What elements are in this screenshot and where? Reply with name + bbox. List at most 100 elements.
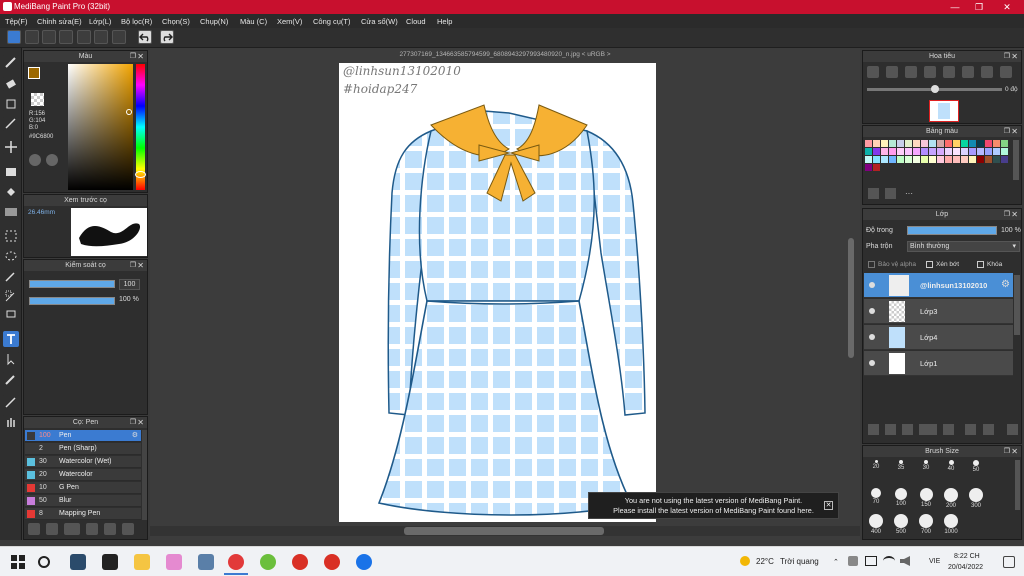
flip-icon[interactable] [962, 66, 974, 78]
page-icon[interactable] [77, 30, 91, 44]
zoom-in-icon[interactable] [867, 66, 879, 78]
redo-icon[interactable] [160, 30, 174, 44]
menu-capture[interactable]: Chụp(N) [200, 17, 228, 26]
actual-size-icon[interactable] [924, 66, 936, 78]
brush-size-150[interactable]: 150 [913, 486, 939, 510]
brush-size-70[interactable]: 70 [863, 486, 889, 510]
color-picker-cursor[interactable] [126, 109, 132, 115]
menu-edit[interactable]: Chỉnh sửa(E) [37, 17, 82, 26]
close-icon[interactable]: ✕ [1011, 446, 1018, 457]
maximize-button[interactable]: ❐ [966, 0, 992, 14]
color-swatch[interactable] [921, 148, 928, 155]
vertical-scrollbar[interactable] [848, 238, 854, 358]
reset-rotation-icon[interactable] [1000, 66, 1012, 78]
brush-size-40[interactable]: 40 [938, 458, 964, 482]
color-swatch[interactable] [1001, 156, 1008, 163]
color-swatch[interactable] [897, 148, 904, 155]
layer-opacity-slider[interactable] [907, 226, 997, 235]
share-icon[interactable] [25, 30, 39, 44]
app-icon-notifications[interactable] [356, 554, 372, 570]
dock-icon[interactable]: ❐ [1004, 446, 1010, 457]
blend-mode-select[interactable]: Bình thường ▾ [907, 241, 1020, 252]
grid-icon[interactable] [112, 30, 126, 44]
color-swatch[interactable] [889, 148, 896, 155]
color-swatch[interactable] [977, 156, 984, 163]
clock-time[interactable]: 8:22 CH [954, 553, 980, 560]
layer-row-4[interactable]: Lớp4 [864, 325, 1013, 350]
color-swatch[interactable] [961, 156, 968, 163]
undo-icon[interactable] [138, 30, 152, 44]
brush-size-35[interactable]: 35 [888, 458, 914, 482]
export-icon[interactable] [59, 30, 73, 44]
select-tool-icon[interactable] [3, 228, 19, 244]
visibility-icon[interactable] [869, 282, 875, 288]
rotate-right-icon[interactable] [981, 66, 993, 78]
saturation-value-picker[interactable] [68, 64, 133, 190]
color-swatch[interactable] [881, 156, 888, 163]
color-swatch[interactable] [897, 156, 904, 163]
menu-select[interactable]: Chọn(S) [162, 17, 190, 26]
brush-item-g-pen[interactable]: 10 G Pen [25, 482, 141, 494]
visibility-icon[interactable] [869, 334, 875, 340]
dock-icon[interactable]: ❐ [130, 417, 136, 428]
color-swatch[interactable] [993, 156, 1000, 163]
color-swatch[interactable] [865, 148, 872, 155]
lock-checkbox[interactable] [977, 261, 984, 268]
pen-tool-icon[interactable] [3, 394, 19, 410]
add-color-icon[interactable] [46, 154, 58, 166]
visibility-icon[interactable] [869, 308, 875, 314]
layer-folder-icon[interactable] [943, 424, 954, 435]
app-icon-anime[interactable] [166, 554, 182, 570]
zoom-out-icon[interactable] [886, 66, 898, 78]
brush-item-pen[interactable]: 100 Pen ⚙ [25, 430, 141, 442]
rectangle-tool-icon[interactable] [3, 164, 19, 180]
close-icon[interactable]: ✕ [137, 260, 144, 271]
brush-item-watercolor[interactable]: 20 Watercolor [25, 469, 141, 481]
color-swatch[interactable] [953, 140, 960, 147]
color-swatch[interactable] [969, 140, 976, 147]
close-icon[interactable]: ✕ [1011, 209, 1018, 220]
select-eraser-icon[interactable] [3, 306, 19, 322]
transparent-swatch[interactable] [31, 93, 44, 106]
add-brush-icon[interactable] [28, 523, 40, 535]
color-swatch[interactable] [993, 148, 1000, 155]
color-swatch[interactable] [969, 156, 976, 163]
brush-copy-icon[interactable] [86, 523, 98, 535]
brush-size-200[interactable]: 200 [938, 486, 964, 510]
layer-row-text[interactable]: @linhsun13102010 ⚙ [864, 273, 1013, 298]
color-swatch[interactable] [985, 140, 992, 147]
color-swatch[interactable] [905, 140, 912, 147]
add-swatch-icon[interactable] [868, 188, 879, 199]
camera-icon[interactable] [198, 554, 214, 570]
menu-layer[interactable]: Lớp(L) [89, 17, 111, 26]
color-swatch[interactable] [913, 140, 920, 147]
brush-opacity-slider[interactable] [29, 297, 115, 305]
visibility-icon[interactable] [869, 360, 875, 366]
color-swatch[interactable] [865, 140, 872, 147]
layer-row-1[interactable]: Lớp1 [864, 351, 1013, 376]
brush-size-1000[interactable]: 1000 [938, 512, 964, 536]
layer-scrollbar[interactable] [1014, 275, 1020, 335]
notice-close-icon[interactable]: ✕ [824, 501, 833, 510]
alpha-protect-checkbox[interactable] [868, 261, 875, 268]
merge-layer-icon[interactable] [983, 424, 994, 435]
minimize-button[interactable]: — [942, 0, 968, 14]
dock-icon[interactable]: ❐ [1004, 51, 1010, 62]
swatch-grid[interactable] [865, 140, 1010, 180]
close-button[interactable]: ✕ [994, 0, 1020, 14]
wifi-icon[interactable] [883, 556, 895, 566]
delete-swatch-icon[interactable] [885, 188, 896, 199]
color-swatch[interactable] [945, 148, 952, 155]
menu-window[interactable]: Cửa sổ(W) [361, 17, 398, 26]
cloud-icon[interactable] [7, 30, 21, 44]
color-swatch[interactable] [993, 140, 1000, 147]
start-icon[interactable] [10, 554, 26, 570]
brush-size-30[interactable]: 30 [913, 458, 939, 482]
color-swatch[interactable] [969, 148, 976, 155]
color-swatch[interactable] [865, 164, 872, 171]
menu-filter[interactable]: Bộ lọc(R) [121, 17, 152, 26]
color-swatch[interactable] [873, 140, 880, 147]
color-swatch[interactable] [977, 148, 984, 155]
color-swatch[interactable] [873, 156, 880, 163]
dock-icon[interactable]: ❐ [130, 51, 136, 62]
